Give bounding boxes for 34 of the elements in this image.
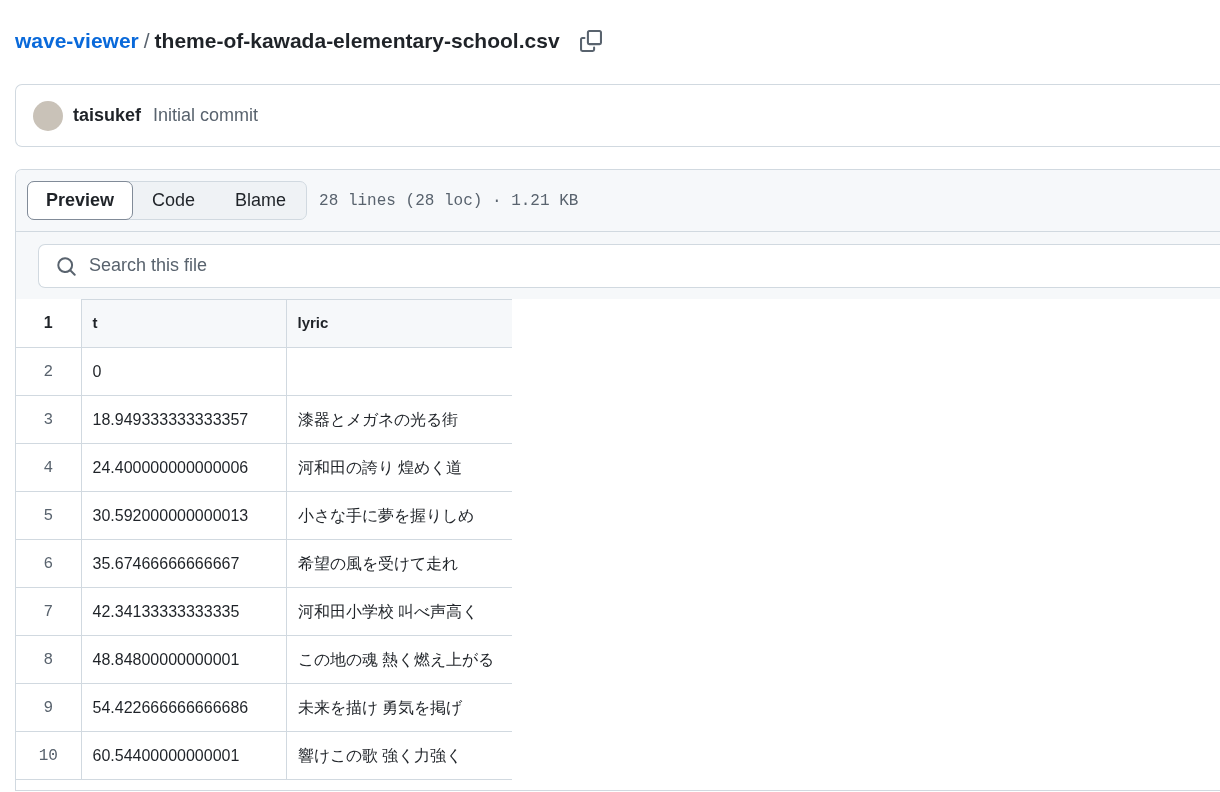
commit-message[interactable]: Initial commit: [153, 102, 259, 129]
file-info: 28 lines (28 loc) · 1.21 KB: [319, 190, 579, 212]
column-header: t: [81, 299, 286, 348]
table-cell: 42.34133333333335: [81, 587, 286, 636]
avatar-icon: [33, 100, 63, 131]
table-cell: 54.422666666666686: [81, 683, 286, 732]
line-number: 2: [16, 347, 81, 396]
line-number: 3: [16, 395, 81, 444]
line-number: 8: [16, 635, 81, 684]
line-number: 10: [16, 731, 81, 780]
line-number: 6: [16, 539, 81, 588]
copy-path-button[interactable]: [577, 28, 604, 54]
repo-link[interactable]: wave-viewer: [15, 25, 139, 57]
table-cell: 48.84800000000001: [81, 635, 286, 684]
table-cell: 18.949333333333357: [81, 395, 286, 444]
search-icon: [56, 255, 77, 277]
line-number: 4: [16, 443, 81, 492]
copy-icon: [579, 30, 602, 52]
view-tab[interactable]: Blame: [215, 182, 307, 219]
line-number: 9: [16, 683, 81, 732]
table-cell: 35.67466666666667: [81, 539, 286, 588]
column-header: lyric: [286, 299, 512, 348]
search-field[interactable]: Search this file: [38, 243, 1220, 288]
path-separator: /: [143, 28, 150, 55]
table-cell: 30.592000000000013: [81, 491, 286, 540]
view-tab[interactable]: Code: [132, 182, 216, 219]
file-name: theme-of-kawada-elementary-school.csv: [154, 28, 560, 55]
table-cell: 24.400000000000006: [81, 443, 286, 492]
commit-author[interactable]: taisukef: [73, 102, 142, 129]
table-cell: 0: [81, 347, 286, 396]
line-number: 7: [16, 587, 81, 636]
line-number: 5: [16, 491, 81, 540]
view-tab[interactable]: Preview: [27, 181, 134, 220]
table-cell: 60.54400000000001: [81, 731, 286, 780]
